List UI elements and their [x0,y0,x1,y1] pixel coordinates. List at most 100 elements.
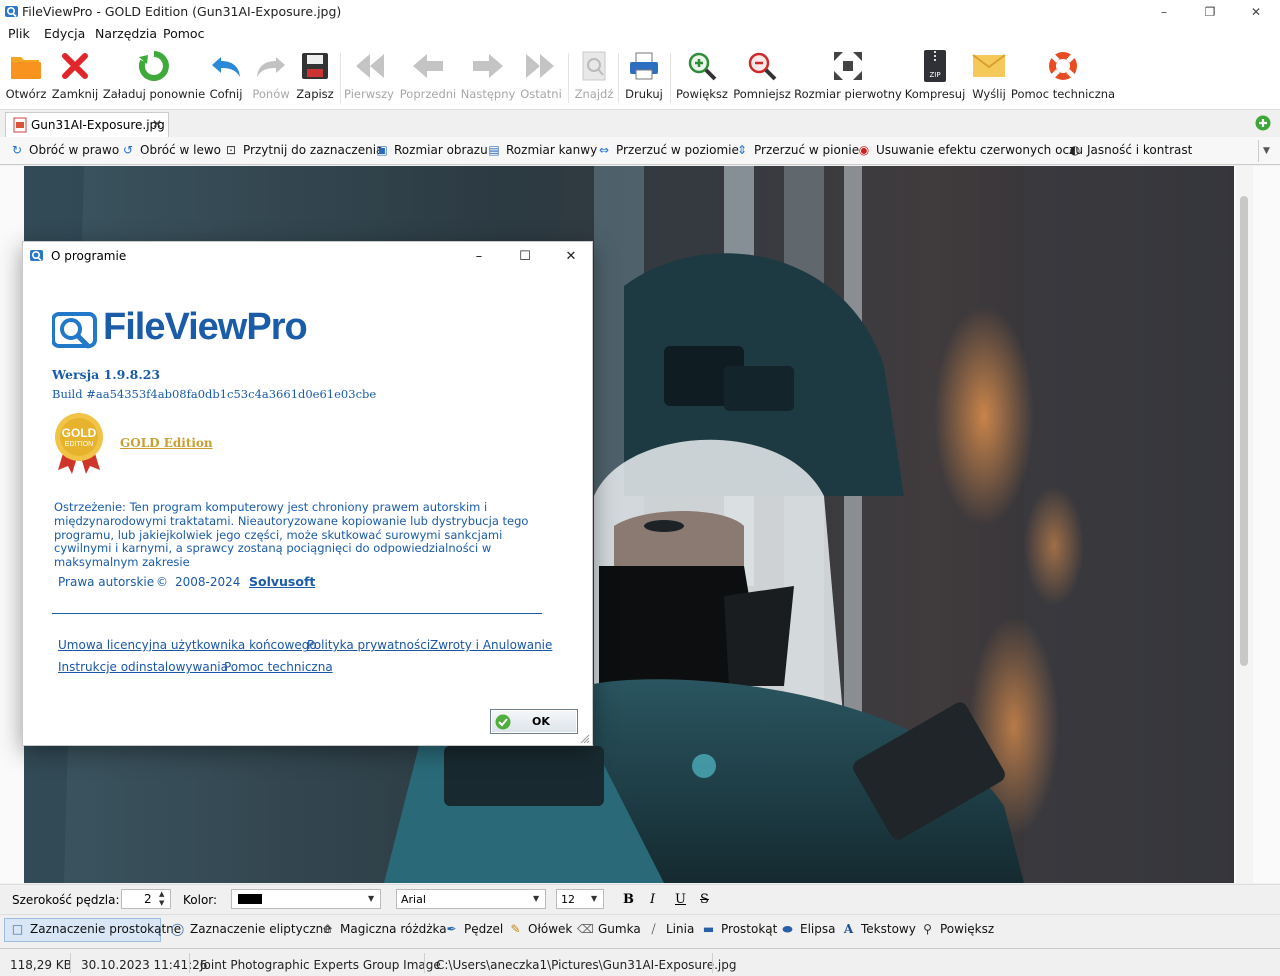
dialog-minimize-button[interactable]: – [456,242,502,271]
first-button[interactable]: Pierwszy [344,49,394,107]
tab-gun31ai-exposure[interactable]: Gun31AI-Exposure.jpg ✕ [5,112,169,137]
previous-button[interactable]: Poprzedni [400,49,456,107]
brush-width-stepper[interactable]: 2 ▲ ▼ [121,889,171,909]
eraser-tool[interactable]: ⌫ Gumka [577,922,641,936]
canvas-size-button[interactable]: ▤ Rozmiar kanwy [487,143,597,157]
zoom-tool[interactable]: ⚲ Powiększ [920,922,994,936]
window-title: FileViewPro - GOLD Edition (Gun31AI-Expo… [22,4,342,19]
zoom-in-button[interactable]: Powiększ [676,49,728,107]
zoom-out-button[interactable]: Pomniejsz [733,49,791,107]
font-size-select[interactable]: 12 ▼ [556,889,604,909]
ok-button[interactable]: OK [490,709,578,734]
image-file-icon [13,117,27,133]
privacy-policy-link[interactable]: Polityka prywatności [307,638,430,652]
crop-to-selection-button[interactable]: ⊡ Przytnij do zaznaczenia [224,143,383,157]
minimize-icon: – [475,249,483,264]
ellipse-select-tool[interactable]: ◯ Zaznaczenie eliptyczne [170,922,331,936]
brightness-contrast-icon: ◐ [1069,143,1081,157]
dialog-title: O programie [51,249,127,263]
reload-button[interactable]: Załaduj ponownie [103,49,205,107]
eraser-icon: ⌫ [577,922,594,936]
strikethrough-button[interactable]: S [700,892,709,907]
new-tab-icon[interactable] [1255,115,1271,131]
print-button[interactable]: Drukuj [624,49,664,107]
lifebuoy-icon [1046,49,1080,83]
app-logo-icon [5,6,18,18]
find-button[interactable]: Znajdź [574,49,614,107]
eula-link[interactable]: Umowa licencyjna użytkownika końcowego [58,638,317,652]
gold-edition-link[interactable]: GOLD Edition [120,436,213,450]
dialog-divider [52,613,542,614]
text-a-icon: A [843,922,854,936]
menu-edit[interactable]: Edycja [44,26,85,41]
color-select[interactable]: ▼ [231,889,381,909]
brightness-contrast-button[interactable]: ◐ Jasność i kontrast [1068,143,1193,157]
zoom-out-icon [745,49,779,83]
rect-select-tool[interactable]: □ Zaznaczenie prostokątne [10,922,181,936]
maximize-button[interactable]: ❐ [1187,0,1233,23]
font-select[interactable]: Arial ▼ [396,889,546,909]
ellipse-tool[interactable]: ⬬ Elipsa [780,922,835,937]
next-button[interactable]: Następny [461,49,515,107]
italic-button[interactable]: I [650,892,655,907]
menu-help[interactable]: Pomoc [163,26,204,41]
logo-text: FileViewPro [103,306,308,348]
text-tool[interactable]: A Tekstowy [841,922,916,936]
dialog-maximize-button[interactable]: ☐ [502,242,548,271]
save-icon [298,49,332,83]
restore-icon: ❐ [1204,4,1216,19]
toolbar-separator [340,53,341,103]
status-bar: 118,29 KB 30.10.2023 11:41:26 Joint Phot… [0,948,1280,976]
rotate-right-button[interactable]: ↻ Obróć w prawo [10,143,119,157]
close-window-button[interactable]: ✕ [1233,0,1279,23]
open-button[interactable]: Otwórz [6,49,46,107]
last-button[interactable]: Ostatni [520,49,562,107]
original-size-button[interactable]: Rozmiar pierwotny [794,49,902,107]
pencil-tool[interactable]: ✎ Ołówek [508,922,572,936]
minimize-button[interactable]: – [1141,0,1187,23]
red-eye-removal-button[interactable]: ◉ Usuwanie efektu czerwonych oczu [857,143,1083,157]
rotate-left-button[interactable]: ↺ Obróć w lewo [121,143,221,157]
scrollbar-thumb[interactable] [1240,196,1248,666]
flip-horizontal-button[interactable]: ⇔ Przerzuć w poziomie [597,143,739,157]
flip-vertical-button[interactable]: ⇕ Przerzuć w pionie [735,143,859,157]
bold-button[interactable]: B [623,892,634,907]
chevron-down-icon: ▼ [368,894,375,903]
status-separator [70,953,71,973]
toolbar-overflow-chevron-icon[interactable]: ▼ [1258,140,1274,162]
canvas-size-icon: ▤ [488,143,500,157]
resize-grip-icon[interactable] [580,734,590,744]
undo-button[interactable]: Cofnij [208,49,244,107]
uninstall-instructions-link[interactable]: Instrukcje odinstalowywania [58,660,228,674]
rectangle-tool[interactable]: ▬ Prostokąt [701,922,778,936]
menu-bar: Plik Edycja Narzędzia Pomoc [0,23,1280,45]
magic-wand-tool[interactable]: ⟰ Magiczna różdżka [320,922,446,936]
tech-support-button[interactable]: Pomoc techniczna [1011,49,1115,107]
menu-file[interactable]: Plik [8,26,30,41]
save-button[interactable]: Zapisz [296,49,334,107]
redo-button[interactable]: Ponów [251,49,291,107]
refunds-link[interactable]: Zwroty i Anulowanie [430,638,552,652]
pencil-icon: ✎ [510,922,521,936]
flip-horizontal-icon: ⇔ [598,143,610,157]
ellipse-select-icon: ◯ [170,922,185,936]
vertical-scrollbar[interactable] [1236,166,1253,883]
solvusoft-link[interactable]: Solvusoft [249,574,315,589]
image-size-button[interactable]: ▣ Rozmiar obrazu [375,143,487,157]
underline-button[interactable]: U [675,892,686,907]
compress-button[interactable]: ZIP Kompresuj [905,49,965,107]
reload-icon [137,49,171,83]
tech-support-link[interactable]: Pomoc techniczna [224,660,333,674]
stepper-arrows-icon[interactable]: ▲ ▼ [159,890,164,908]
send-button[interactable]: Wyślij [970,49,1008,107]
badge-line1: GOLD [62,426,97,440]
tab-close-icon[interactable]: ✕ [152,117,162,131]
line-tool[interactable]: ⧸ Linia [646,922,694,937]
brush-tool[interactable]: ✒ Pędzel [444,922,503,936]
close-file-button[interactable]: Zamknij [52,49,98,107]
menu-tools[interactable]: Narzędzia [95,26,157,41]
status-file-type: Joint Photographic Experts Group Image [200,958,441,972]
document-tab-strip [0,110,1280,137]
chevron-down-icon: ▼ [533,894,540,903]
dialog-close-button[interactable]: ✕ [548,242,594,271]
